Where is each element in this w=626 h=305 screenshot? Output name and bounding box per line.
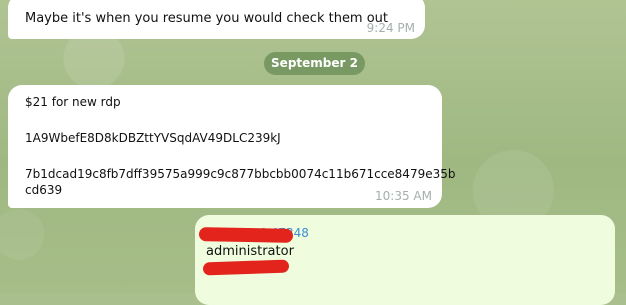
redaction-mark	[198, 227, 294, 243]
message-line: 1A9WbefE8D8kDBZttYVSqdAV49DLC239kJ	[25, 131, 281, 145]
incoming-message-bubble[interactable]: $21 for new rdp 1A9WbefE8D8kDBZttYVSqdAV…	[8, 85, 455, 208]
username-text: administrator	[206, 244, 294, 259]
redaction-mark	[202, 259, 290, 276]
message-timestamp: 9:24 PM	[366, 21, 415, 35]
message-line: $21 for new rdp	[25, 95, 121, 109]
message-text: Maybe it's when you resume you would che…	[25, 11, 389, 26]
date-separator: September 2	[264, 52, 365, 75]
incoming-message-bubble[interactable]: Maybe it's when you resume you would che…	[8, 0, 425, 39]
message-line: 7b1dcad19c8fb7dff39575a999c9c877bbcbb007…	[25, 167, 456, 181]
outgoing-message-bubble[interactable]: 6:47348 administrator z	[195, 215, 615, 305]
message-timestamp: 10:35 AM	[375, 189, 432, 203]
message-line: cd639	[25, 183, 63, 197]
